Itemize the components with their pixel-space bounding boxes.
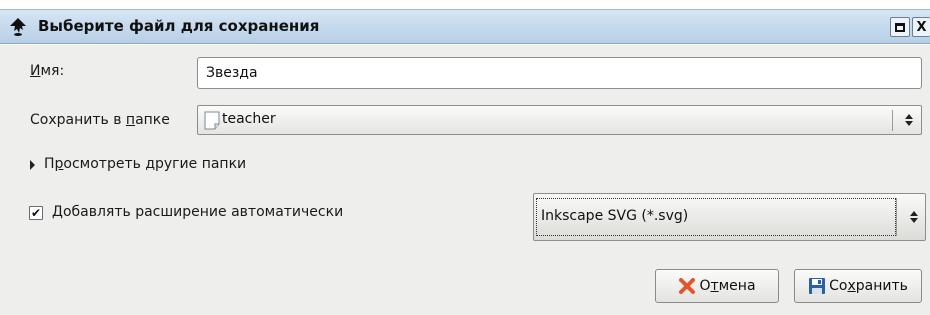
combo-separator (896, 198, 897, 236)
floppy-disk-icon (809, 278, 826, 294)
up-down-arrows-icon (899, 106, 919, 134)
folder-label-after: апке (135, 112, 170, 128)
expander-label: Просмотреть другие папки (44, 156, 247, 172)
name-label-text: мя: (40, 63, 65, 79)
file-type-focus-ring: Inkscape SVG (*.svg) (536, 198, 896, 236)
save-label: Сохранить (829, 278, 908, 294)
folder-label: Сохранить в папке (30, 112, 170, 128)
maximize-icon (895, 22, 905, 32)
auto-extension-label: Добавлять расширение автоматически (52, 204, 344, 220)
save-folder-value: teacher (222, 111, 276, 127)
folder-label-before: Сохранить в (30, 112, 126, 128)
up-down-arrows-icon (904, 203, 924, 231)
file-type-combo[interactable]: Inkscape SVG (*.svg) (533, 193, 926, 241)
save-file-dialog: Выберите файл для сохранения X Имя: Сохр… (0, 0, 930, 315)
save-button[interactable]: Сохранить (794, 269, 922, 303)
auto-extension-checkbox[interactable]: ✔ (29, 206, 43, 220)
document-icon (204, 111, 220, 130)
file-type-value: Inkscape SVG (*.svg) (541, 208, 689, 224)
name-label: Имя: (30, 63, 64, 79)
title-bar[interactable]: Выберите файл для сохранения X (0, 9, 930, 44)
inkscape-logo-icon (10, 18, 26, 36)
close-button[interactable]: X (912, 17, 930, 37)
save-folder-combo[interactable]: teacher (197, 105, 922, 135)
name-label-mnemonic: И (30, 63, 41, 79)
filename-input[interactable] (197, 57, 922, 89)
maximize-button[interactable] (890, 17, 910, 37)
cancel-button[interactable]: Отмена (655, 269, 779, 303)
cancel-x-icon (679, 278, 696, 294)
expander-arrow-icon (30, 160, 35, 170)
dialog-title: Выберите файл для сохранения (38, 17, 320, 35)
combo-separator (892, 110, 893, 131)
folder-label-mnemonic: п (125, 112, 136, 128)
cancel-label: Отмена (699, 278, 756, 294)
close-icon: X (916, 19, 927, 35)
